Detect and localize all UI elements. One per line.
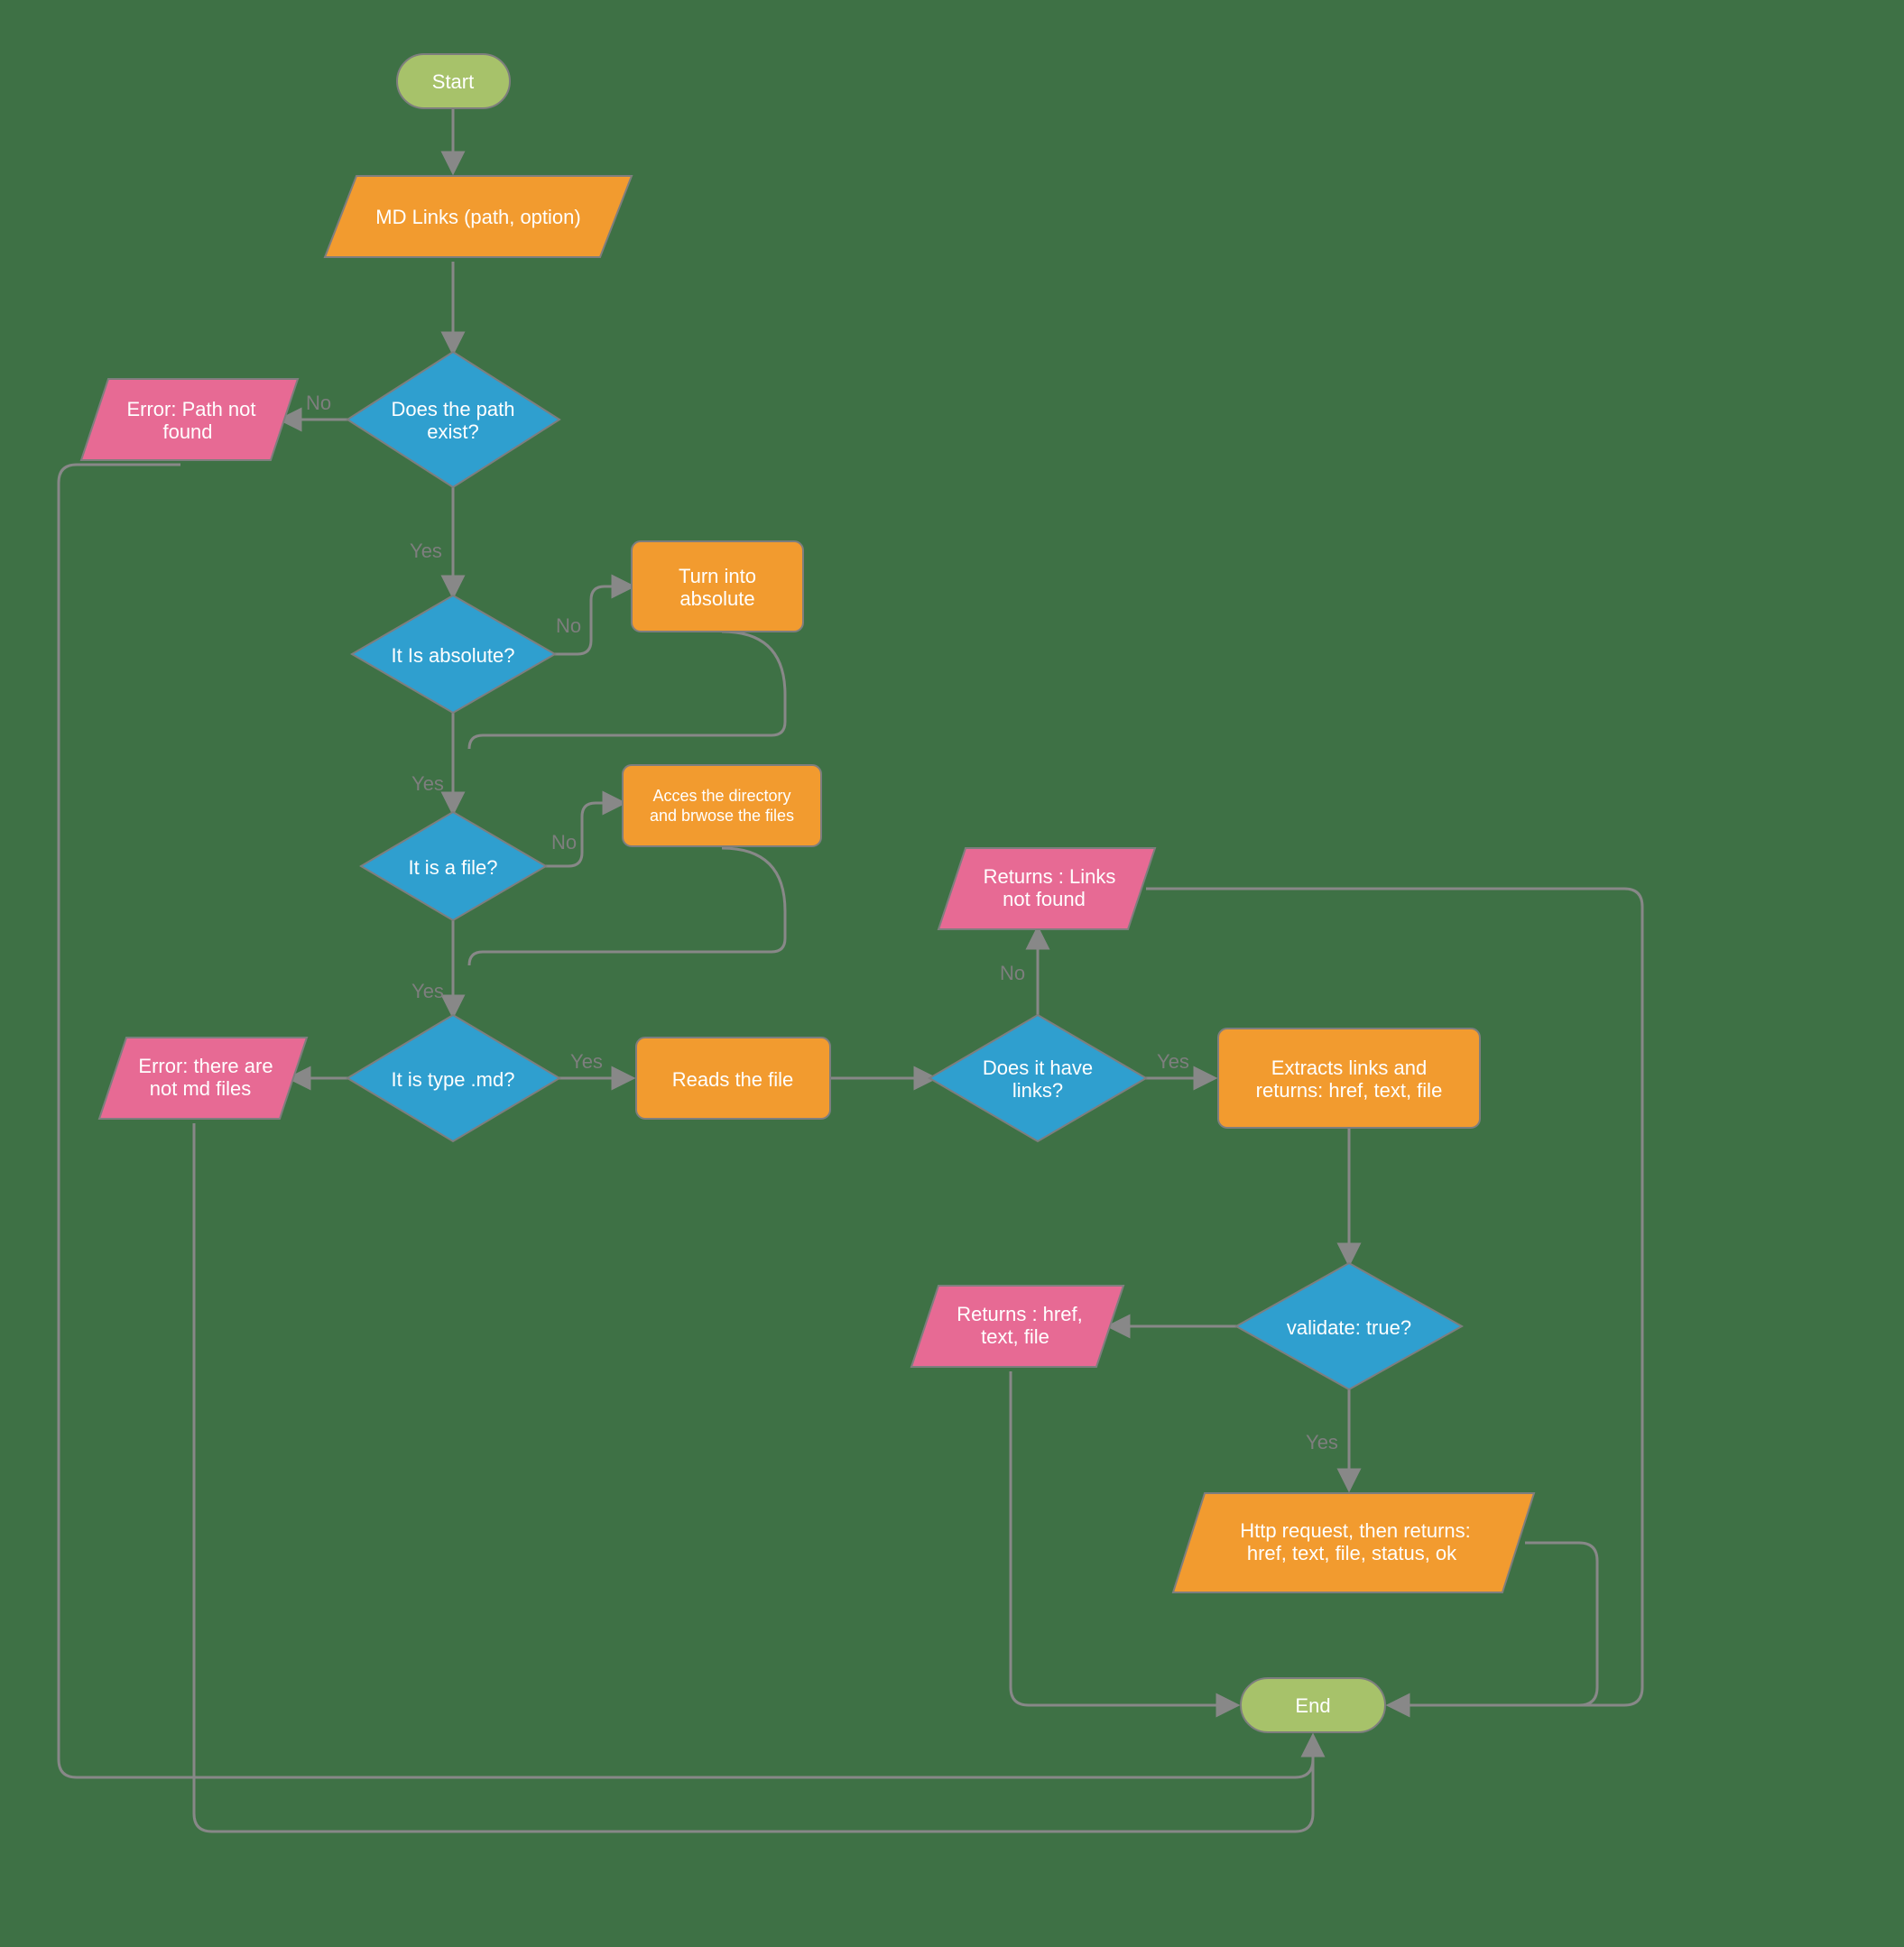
node-ret-htf: Returns : href, text, file [911,1286,1123,1367]
text-validate: validate: true? [1287,1316,1411,1339]
text-end: End [1295,1694,1330,1717]
label-isfile-yes: Yes [411,980,444,1002]
node-http: Http request, then returns: href, text, … [1173,1493,1534,1592]
text-errpath-2: found [162,420,212,443]
label-absolute-yes: Yes [411,772,444,795]
text-rethtf-1: Returns : href, [957,1303,1082,1325]
node-mdlinks: MD Links (path, option) [325,176,632,257]
text-http-2: href, text, file, status, ok [1247,1542,1457,1564]
text-turnabs-1: Turn into [679,565,756,587]
node-end: End [1241,1678,1385,1732]
text-extract-2: returns: href, text, file [1256,1079,1443,1102]
text-errmd-1: Error: there are [138,1055,273,1077]
node-extract: Extracts links and returns: href, text, … [1218,1029,1480,1128]
text-accessdir-1: Acces the directory [652,787,790,805]
node-pathexist: Does the path exist? Does the path exist… [347,352,559,487]
node-ismd: It is type .md? [347,1015,559,1141]
edge-errpath-end [59,465,1313,1777]
text-accessdir-2: and brwose the files [650,807,794,825]
label-validate-yes: Yes [1306,1431,1338,1453]
text-linksnf-1: Returns : Links [984,865,1116,888]
text-rethtf-2: text, file [981,1325,1049,1348]
text-extract-1: Extracts links and [1271,1057,1427,1079]
label-isfile-no: No [551,831,577,854]
text-errmd-2: not md files [150,1077,252,1100]
text-readsfile: Reads the file [672,1068,794,1091]
text-pathexist-1: Does the path [392,398,515,420]
node-error-md: Error: there are not md files [99,1038,307,1119]
text-http-1: Http request, then returns: [1240,1519,1471,1542]
node-isfile: It is a file? [361,812,546,920]
text-isfile: It is a file? [408,856,497,879]
text-ismd: It is type .md? [392,1068,515,1091]
label-haslinks-yes: Yes [1157,1050,1189,1073]
text-isabsolute: It Is absolute? [392,644,515,667]
node-turn-absolute: Turn into absolute [632,541,803,632]
label-ismd-yes: Yes [570,1050,603,1073]
text-haslinks-1: Does it have [983,1057,1093,1079]
node-access-dir: Acces the directory and brwose the files [623,765,821,846]
text-start: Start [432,70,474,93]
text-turnabs-2: absolute [679,587,754,610]
text-pathexist-2: exist? [427,420,478,443]
label-pathexist-yes: Yes [410,540,442,562]
node-isabsolute: It Is absolute? [352,595,555,713]
text-linksnf-2: not found [1003,888,1086,910]
node-reads-file: Reads the file [636,1038,830,1119]
node-links-nf: Returns : Links not found [938,848,1155,929]
text-haslinks-2: links? [1012,1079,1063,1102]
node-start: Start [397,54,510,108]
text-errpath-1: Error: Path not [126,398,255,420]
edge-errmd-end [194,1123,1313,1832]
text-mdlinks: MD Links (path, option) [375,206,580,228]
label-pathexist-no: No [306,392,331,414]
label-haslinks-no: No [1000,962,1025,984]
node-validate: validate: true? [1236,1263,1462,1389]
label-absolute-no: No [556,614,581,637]
node-haslinks: Does it have links? [929,1015,1146,1141]
node-error-path: Error: Path not found [81,379,298,460]
